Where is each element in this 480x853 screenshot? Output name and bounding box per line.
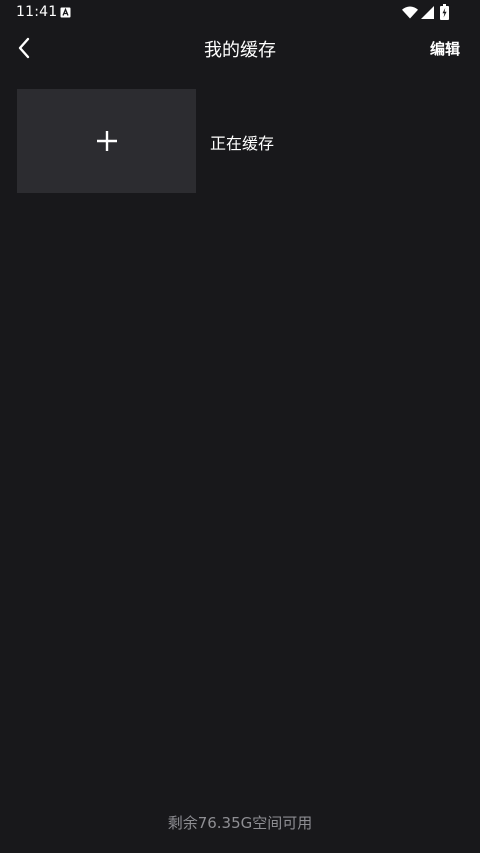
edit-button[interactable]: 编辑 [430, 38, 460, 59]
add-cache-thumbnail[interactable] [17, 89, 196, 193]
battery-charging-icon [440, 4, 449, 20]
status-bar: 11:41 [0, 0, 480, 26]
storage-remaining-text: 剩余76.35G空间可用 [167, 814, 313, 832]
page-title: 我的缓存 [204, 40, 276, 61]
downloading-label: 正在缓存 [210, 134, 275, 153]
nav-bar: 我的缓存 编辑 [0, 26, 480, 72]
wifi-icon [402, 6, 418, 19]
notification-a-icon [60, 7, 71, 18]
status-time: 11:41 [16, 4, 58, 20]
plus-icon [96, 131, 117, 151]
cellular-signal-icon [421, 6, 434, 19]
downloading-cache-item[interactable]: 正在缓存 [17, 89, 317, 193]
